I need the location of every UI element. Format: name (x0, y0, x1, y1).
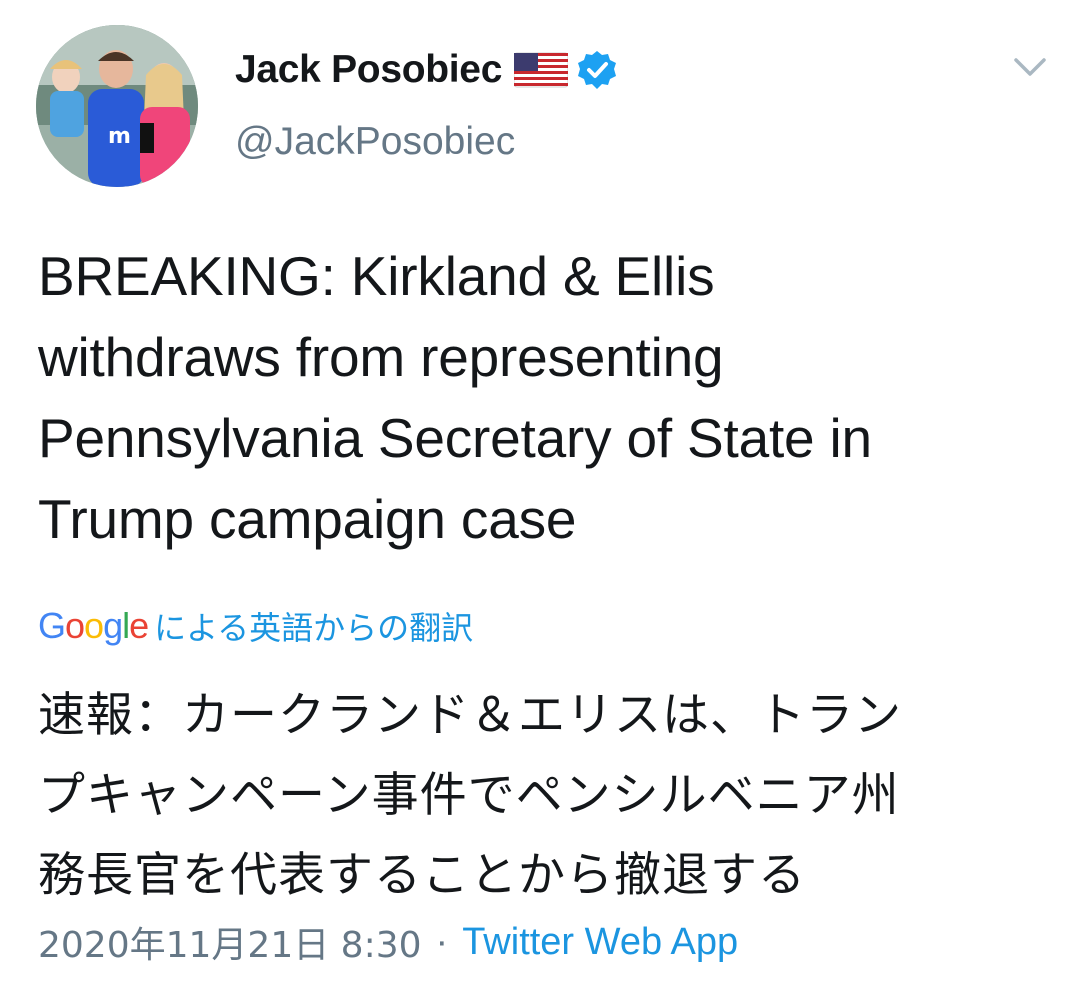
meta-separator: · (435, 920, 449, 963)
google-logo-letter: G (38, 605, 66, 646)
translation-attribution[interactable]: Google による英語からの翻訳 (38, 600, 473, 652)
translated-text-line: プキャンペーン事件でペンシルベニア州 (38, 768, 900, 823)
us-flag-icon (513, 51, 569, 89)
tweet-meta: 2020年11月21日 8:30 · Twitter Web App (38, 916, 738, 968)
google-logo-letter: e (129, 605, 149, 646)
author-name-row[interactable]: Jack Posobiec (235, 44, 618, 96)
tweet-text-line: BREAKING: Kirkland & Ellis (38, 245, 715, 307)
author-handle[interactable]: @JackPosobiec (235, 120, 515, 164)
google-logo: Google (38, 605, 149, 647)
tweet-timestamp[interactable]: 2020年11月21日 8:30 (38, 916, 422, 968)
avatar[interactable]: m (36, 25, 198, 187)
google-logo-letter: o (84, 605, 104, 646)
svg-text:m: m (108, 124, 131, 149)
translated-text-line: 務長官を代表することから撤退する (38, 848, 806, 903)
tweet-source-link[interactable]: Twitter Web App (462, 921, 738, 964)
author-display-name[interactable]: Jack Posobiec (235, 48, 502, 92)
avatar-photo: m (36, 25, 198, 187)
tweet-text-line: withdraws from representing (38, 326, 724, 388)
tweet-text-line: Trump campaign case (38, 488, 577, 550)
google-logo-letter: g (103, 605, 123, 646)
chevron-down-icon[interactable] (1008, 50, 1052, 84)
translation-label[interactable]: による英語からの翻訳 (154, 603, 473, 649)
verified-badge-icon (576, 49, 618, 91)
tweet-text: BREAKING: Kirkland & Ellis withdraws fro… (38, 236, 1048, 560)
translated-text: 速報：カークランド＆エリスは、トラン プキャンペーン事件でペンシルベニア州 務長… (38, 676, 1048, 916)
translated-text-line: 速報：カークランド＆エリスは、トラン (38, 688, 902, 743)
google-logo-letter: o (65, 605, 85, 646)
tweet-text-line: Pennsylvania Secretary of State in (38, 407, 872, 469)
tweet-card: m Jack Posobiec @JackPosobiec BREAKING: … (0, 0, 1080, 984)
